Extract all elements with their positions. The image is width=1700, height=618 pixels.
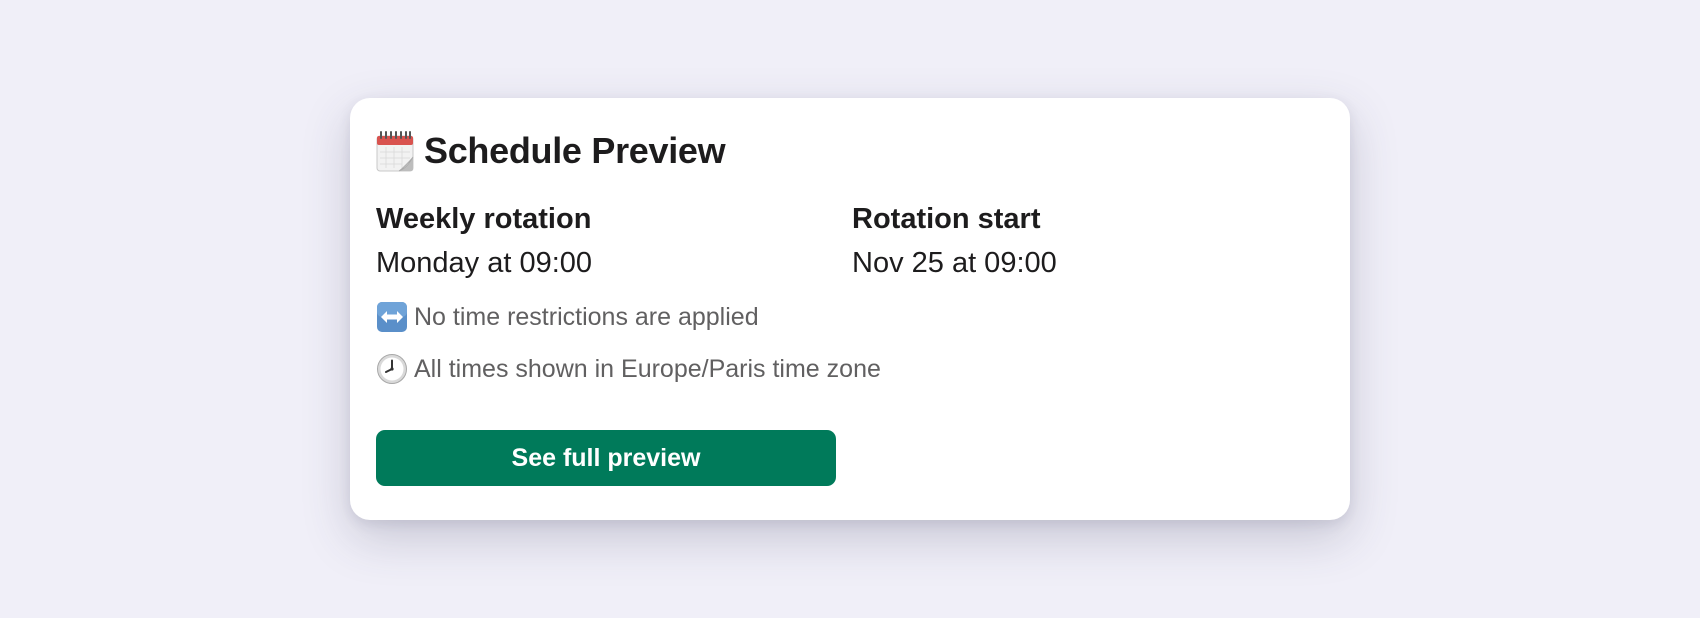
see-full-preview-button[interactable]: See full preview: [376, 430, 836, 486]
clock-icon: [376, 353, 408, 385]
card-title: Schedule Preview: [424, 130, 726, 171]
weekly-rotation-label: Weekly rotation: [376, 203, 592, 235]
weekly-rotation-field: Weekly rotation Monday at 09:00: [376, 202, 592, 280]
time-restrictions-text: No time restrictions are applied: [414, 302, 759, 331]
calendar-icon: [376, 130, 414, 172]
rotation-start-value: Nov 25 at 09:00: [852, 247, 1057, 279]
see-full-preview-label: See full preview: [511, 443, 701, 472]
rotation-start-field: Rotation start Nov 25 at 09:00: [852, 202, 1057, 280]
time-restrictions-note: No time restrictions are applied: [376, 301, 759, 333]
rotation-start-label: Rotation start: [852, 203, 1041, 235]
time-zone-text: All times shown in Europe/Paris time zon…: [414, 354, 881, 383]
left-right-arrow-icon: [376, 301, 408, 333]
card-header: Schedule Preview: [376, 128, 726, 174]
weekly-rotation-value: Monday at 09:00: [376, 247, 593, 279]
schedule-preview-card: Schedule Preview Weekly rotation Monday …: [350, 98, 1350, 520]
time-zone-note: All times shown in Europe/Paris time zon…: [376, 353, 881, 385]
